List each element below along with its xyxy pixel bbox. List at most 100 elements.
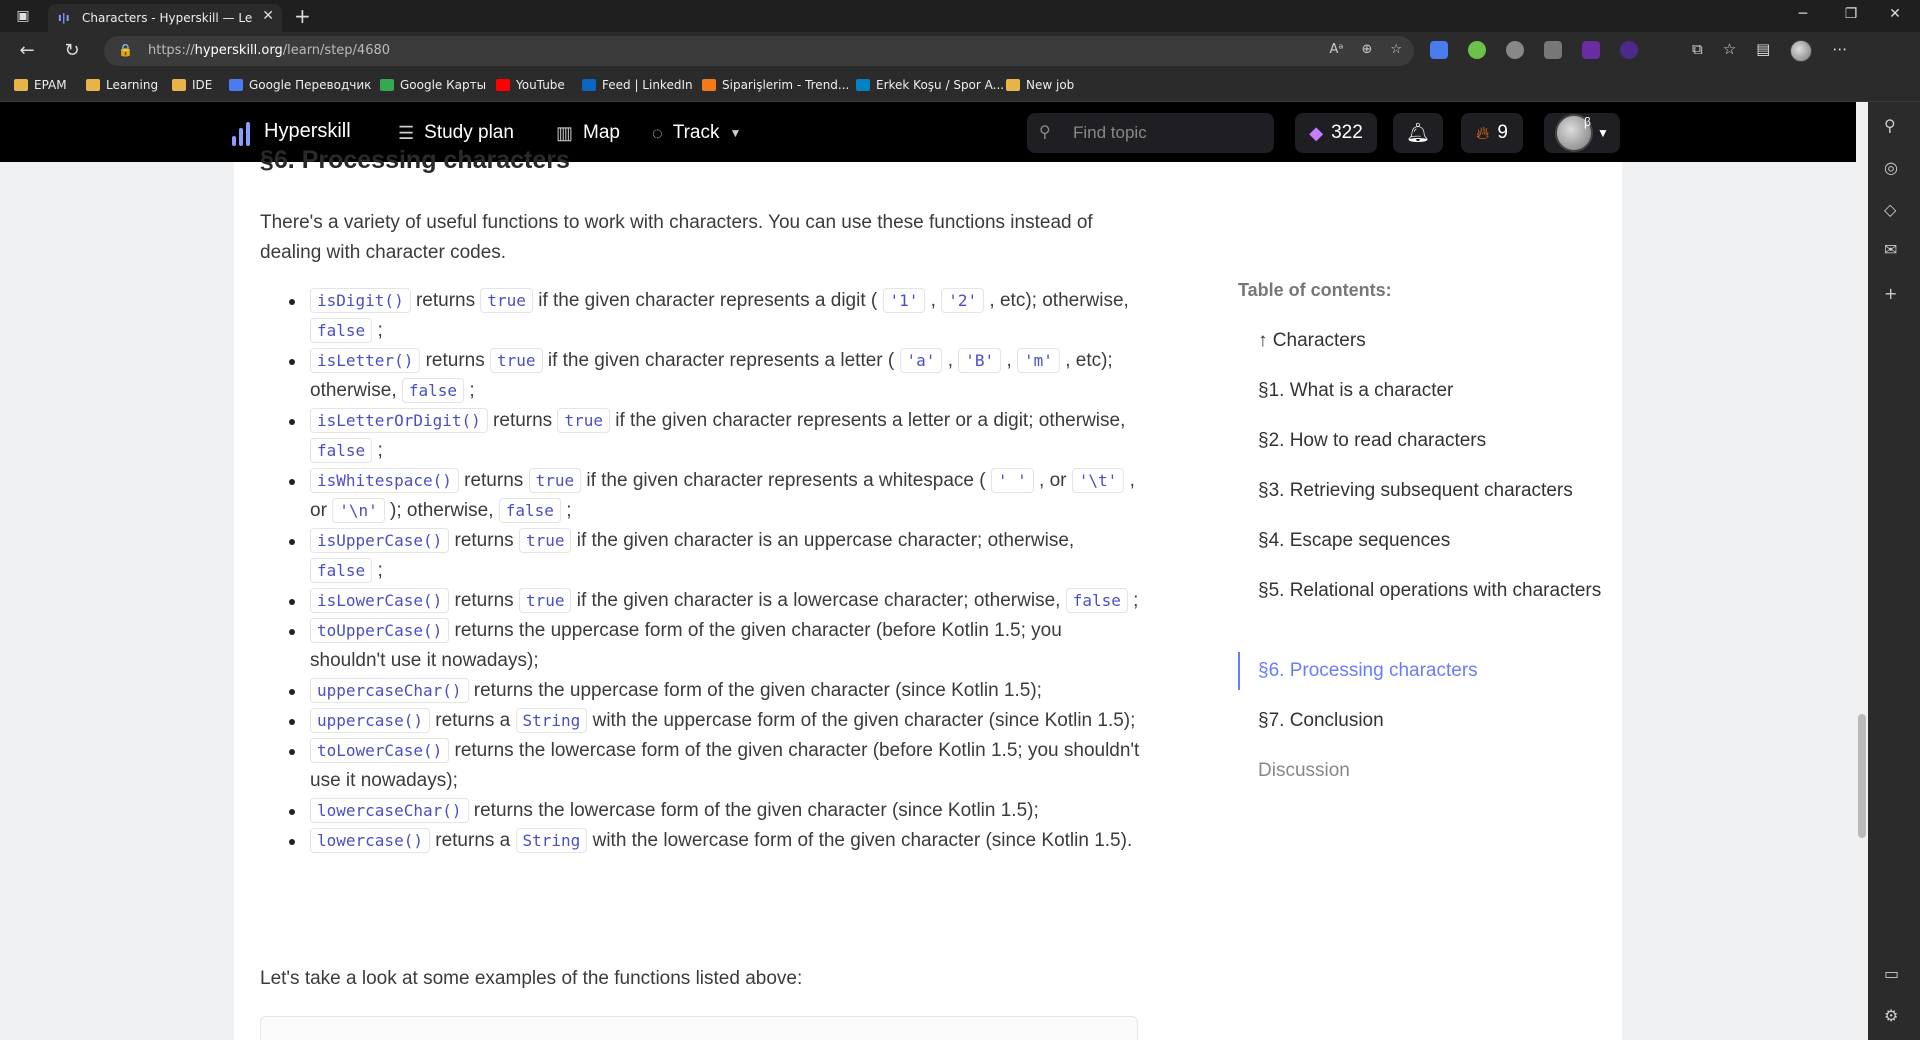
function-name-code: uppercase() <box>310 708 430 733</box>
toc-item[interactable]: §4. Escape sequences <box>1258 526 1608 556</box>
function-list: isDigit() returns true if the given char… <box>260 286 1140 856</box>
toc-item[interactable]: §6. Processing characters <box>1258 656 1608 686</box>
folder-icon <box>86 79 100 91</box>
bookmark-item[interactable]: Google Карты <box>380 78 486 92</box>
bookmark-item[interactable]: IDE <box>172 78 212 92</box>
bookmark-item[interactable]: Erkek Koşu / Spor A... <box>856 78 1004 92</box>
inline-code: false <box>401 378 465 403</box>
description-text: returns <box>420 350 491 371</box>
tab-close-icon[interactable]: ✕ <box>262 8 274 24</box>
hyperskill-logo-icon[interactable] <box>232 122 250 146</box>
extension-icon[interactable] <box>1620 41 1638 59</box>
nav-track[interactable]: ◌ Track ▼ <box>652 122 741 144</box>
description-text: , <box>1001 350 1018 371</box>
profile-avatar[interactable] <box>1790 40 1813 62</box>
inline-code: false <box>310 438 373 463</box>
description-text: ; <box>560 500 572 521</box>
reload-icon[interactable]: ↻ <box>57 40 87 61</box>
tab-title: Characters - Hyperskill — Learn p <box>82 11 252 25</box>
description-text: returns <box>449 590 519 611</box>
nav-label: Map <box>583 122 620 143</box>
toc-item[interactable]: §5. Relational operations with character… <box>1258 576 1608 606</box>
map-icon: ▥ <box>556 122 574 143</box>
tab-strip: ▣ ı|ı Characters - Hyperskill — Learn p … <box>0 0 1920 32</box>
extension-icon[interactable] <box>1582 41 1600 59</box>
extension-icon[interactable] <box>1544 41 1562 59</box>
toc-item[interactable]: ↑ Characters <box>1258 326 1608 356</box>
add-icon[interactable]: + <box>1884 284 1897 303</box>
edge-sidebar: ⚲ ◎ ◇ ✉ + ▭ ⚙ <box>1868 102 1920 1040</box>
description-text: if the given character is a lowercase ch… <box>571 590 1066 611</box>
copilot-icon[interactable]: ◎ <box>1884 158 1898 177</box>
extension-icon[interactable] <box>1506 41 1524 59</box>
tab-active[interactable]: ı|ı Characters - Hyperskill — Learn p ✕ <box>48 4 282 32</box>
tab-actions-icon[interactable]: ▣ <box>10 6 36 26</box>
back-icon[interactable]: ← <box>12 40 42 61</box>
favorites-icon[interactable]: ☆ <box>1723 40 1736 62</box>
restore-icon[interactable]: ❐ <box>1836 6 1866 22</box>
bookmark-item[interactable]: Learning <box>86 78 158 92</box>
toc-item[interactable]: §7. Conclusion <box>1258 706 1608 736</box>
code-example-block <box>260 1016 1138 1040</box>
description-text: if the given character represents a lett… <box>542 350 900 371</box>
bookmark-label: Learning <box>106 78 159 92</box>
nav-map[interactable]: ▥ Map <box>556 122 620 144</box>
toc-item[interactable]: §1. What is a character <box>1258 376 1608 406</box>
inline-code: 'a' <box>899 348 943 373</box>
favorite-add-icon[interactable]: ☆ <box>1390 42 1402 57</box>
site-logo[interactable]: Hyperskill <box>264 120 351 143</box>
google-translate-icon <box>229 79 243 91</box>
gems-value: 322 <box>1331 122 1363 143</box>
profile-menu[interactable]: β ▼ <box>1544 113 1620 153</box>
toc-item[interactable]: §3. Retrieving subsequent characters <box>1258 476 1608 506</box>
search-icon: ⚲ <box>1039 122 1051 141</box>
inline-code: false <box>498 498 561 523</box>
minimize-icon[interactable]: ─ <box>1788 6 1818 22</box>
list-icon: ☰ <box>398 122 415 143</box>
settings-gear-icon[interactable]: ⚙ <box>1884 1006 1898 1025</box>
more-menu-icon[interactable]: ⋯ <box>1832 40 1847 62</box>
list-item: uppercaseChar() returns the uppercase fo… <box>260 676 1140 706</box>
bookmark-item[interactable]: Google Переводчик <box>229 78 371 92</box>
toc-item[interactable]: Discussion <box>1258 756 1608 786</box>
window-close-icon[interactable]: ✕ <box>1880 6 1910 22</box>
scroll-thumb[interactable] <box>1858 714 1866 838</box>
shopping-icon[interactable]: ◇ <box>1884 200 1896 219</box>
chevron-down-icon: ▼ <box>1597 126 1609 140</box>
sidebar-collapse-icon[interactable]: ▭ <box>1884 964 1899 983</box>
address-bar[interactable]: 🔒 https://hyperskill.org/learn/step/4680… <box>104 36 1414 66</box>
zoom-icon[interactable]: ⊕ <box>1361 42 1372 57</box>
nav-study-plan[interactable]: ☰ Study plan <box>398 122 514 144</box>
gem-icon: ◆ <box>1309 122 1324 143</box>
page-scrollbar[interactable] <box>1856 102 1868 1040</box>
folder-icon <box>172 79 186 91</box>
search-icon[interactable]: ⚲ <box>1884 116 1896 135</box>
inline-code: true <box>528 468 582 493</box>
bookmark-item[interactable]: YouTube <box>496 78 565 92</box>
address-toolbar: ← ↻ 🔒 https://hyperskill.org/learn/step/… <box>0 32 1920 70</box>
notifications-button[interactable]: 🔔︎ <box>1393 113 1443 153</box>
bookmark-label: Siparişlerim - Trend... <box>722 78 850 92</box>
extensions-puzzle-icon[interactable]: ⧉ <box>1692 40 1703 62</box>
list-item: isDigit() returns true if the given char… <box>260 286 1140 346</box>
gems-counter[interactable]: ◆ 322 <box>1295 113 1377 153</box>
url-text[interactable]: https://hyperskill.org/learn/step/4680 <box>148 43 390 58</box>
bookmark-item[interactable]: New job <box>1006 78 1074 92</box>
outlook-icon[interactable]: ✉ <box>1884 240 1897 259</box>
description-text: with the lowercase form of the given cha… <box>587 830 1133 851</box>
function-name-code: uppercaseChar() <box>310 678 469 703</box>
inline-code: '1' <box>882 288 926 313</box>
grammarly-extension-icon[interactable] <box>1468 41 1486 59</box>
collections-icon[interactable]: ▤ <box>1756 40 1770 62</box>
read-aloud-icon[interactable]: Aᵃ <box>1329 42 1343 57</box>
bookmark-item[interactable]: Feed | LinkedIn <box>582 78 693 92</box>
toc-item[interactable]: §2. How to read characters <box>1258 426 1608 456</box>
translate-extension-icon[interactable] <box>1430 41 1448 59</box>
new-tab-icon[interactable]: + <box>294 4 311 28</box>
topic-search[interactable]: ⚲ <box>1027 113 1274 153</box>
search-input[interactable] <box>1073 121 1253 145</box>
bookmark-item[interactable]: Siparişlerim - Trend... <box>702 78 849 92</box>
chevron-down-icon: ▼ <box>729 126 742 140</box>
bookmark-item[interactable]: EPAM <box>14 78 67 92</box>
streak-counter[interactable]: 🔥︎ 9 <box>1461 113 1523 153</box>
